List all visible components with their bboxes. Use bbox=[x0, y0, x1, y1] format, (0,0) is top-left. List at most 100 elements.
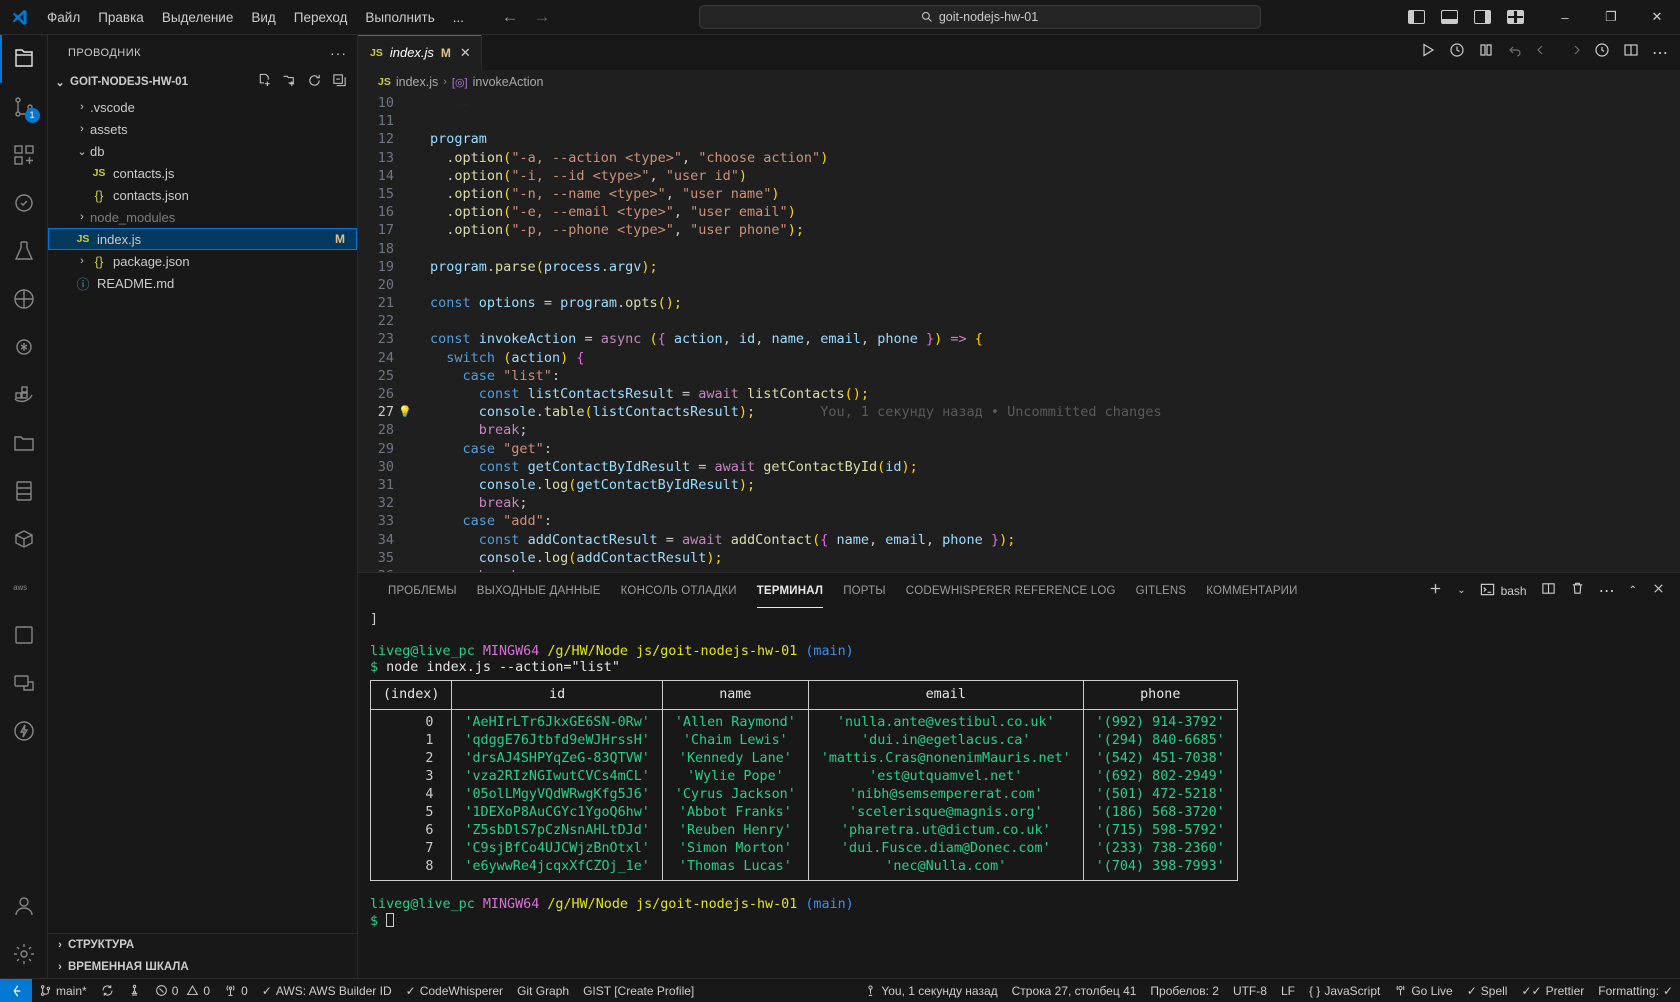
activity-remote[interactable] bbox=[0, 275, 48, 323]
status-stash[interactable] bbox=[121, 979, 148, 1002]
menu-item-1[interactable]: Правка bbox=[89, 6, 153, 29]
redo-left-icon[interactable] bbox=[1536, 42, 1552, 63]
activity-extensions[interactable] bbox=[0, 131, 48, 179]
activity-settings[interactable] bbox=[0, 930, 48, 978]
status-cursor-position[interactable]: Строка 27, столбец 41 bbox=[1005, 979, 1144, 1002]
close-button[interactable]: ✕ bbox=[1634, 0, 1680, 35]
tree-item--vscode[interactable]: › .vscode bbox=[48, 96, 357, 118]
new-folder-icon[interactable] bbox=[282, 73, 297, 91]
activity-debug[interactable] bbox=[0, 323, 48, 371]
tree-item-assets[interactable]: › assets bbox=[48, 118, 357, 140]
tree-item-readme-md[interactable]: ⓘ README.md bbox=[48, 272, 357, 294]
panel-tab-3[interactable]: ТЕРМИНАЛ bbox=[747, 573, 833, 608]
tree-item-node-modules[interactable]: › node_modules bbox=[48, 206, 357, 228]
tree-item-index-js[interactable]: JS index.js M bbox=[48, 228, 357, 250]
split-diff-icon[interactable] bbox=[1478, 42, 1494, 63]
redo-right-icon[interactable] bbox=[1565, 42, 1581, 63]
menu-item-3[interactable]: Вид bbox=[242, 6, 284, 29]
activity-explorer[interactable] bbox=[0, 35, 48, 83]
panel-tab-6[interactable]: GITLENS bbox=[1126, 573, 1197, 608]
panel-more-icon[interactable]: ⋯ bbox=[1599, 581, 1615, 601]
breadcrumb-file[interactable]: index.js bbox=[396, 75, 438, 89]
toggle-panel-icon[interactable] bbox=[1441, 10, 1458, 24]
status-gitlens-blame[interactable]: You, 1 секунду назад bbox=[857, 979, 1004, 1002]
panel-tab-4[interactable]: ПОРТЫ bbox=[833, 573, 896, 608]
new-file-icon[interactable] bbox=[257, 73, 272, 91]
status-problems[interactable]: 0 0 bbox=[148, 979, 217, 1002]
chevron-up-icon[interactable]: ⌃ bbox=[1629, 585, 1637, 596]
tab-close-icon[interactable]: ✕ bbox=[460, 45, 471, 61]
activity-todo[interactable] bbox=[0, 611, 48, 659]
activity-aws[interactable]: aws bbox=[0, 563, 48, 611]
toggle-secondary-sidebar-icon[interactable] bbox=[1474, 10, 1491, 24]
status-branch[interactable]: main* bbox=[32, 979, 94, 1002]
split-editor-icon[interactable] bbox=[1623, 42, 1639, 63]
activity-docker[interactable] bbox=[0, 371, 48, 419]
chevron-down-icon[interactable]: ⌄ bbox=[1457, 585, 1465, 596]
status-ports[interactable]: 0 bbox=[217, 979, 255, 1002]
collapse-all-icon[interactable] bbox=[332, 73, 347, 91]
panel-close-icon[interactable] bbox=[1651, 581, 1666, 601]
menu-item-5[interactable]: Выполнить bbox=[356, 6, 443, 29]
run-icon[interactable] bbox=[1420, 42, 1436, 63]
activity-testing[interactable] bbox=[0, 179, 48, 227]
status-sync[interactable] bbox=[94, 979, 121, 1002]
refresh-icon[interactable] bbox=[307, 73, 322, 91]
status-aws-builder-id[interactable]: ✓ AWS: AWS Builder ID bbox=[255, 979, 399, 1002]
activity-figma[interactable] bbox=[0, 467, 48, 515]
toggle-primary-sidebar-icon[interactable] bbox=[1408, 10, 1425, 24]
tree-item-db[interactable]: ⌄ db bbox=[48, 140, 357, 162]
status-git-graph[interactable]: Git Graph bbox=[510, 979, 576, 1002]
clock-icon[interactable] bbox=[1594, 42, 1610, 63]
menu-item-4[interactable]: Переход bbox=[285, 6, 357, 29]
editor-more-icon[interactable]: ⋯ bbox=[1652, 43, 1668, 63]
forward-arrow-icon[interactable]: → bbox=[533, 7, 551, 27]
activity-package[interactable] bbox=[0, 515, 48, 563]
code-editor[interactable]: 10const1112program13 .option("-a, --acti… bbox=[358, 94, 1680, 572]
outline-section[interactable]: › СТРУКТУРА bbox=[48, 934, 357, 956]
activity-accounts[interactable] bbox=[0, 882, 48, 930]
status-indentation[interactable]: Пробелов: 2 bbox=[1143, 979, 1226, 1002]
status-go-live[interactable]: Go Live bbox=[1387, 979, 1459, 1002]
lightbulb-icon[interactable]: 💡 bbox=[398, 403, 412, 421]
panel-tab-5[interactable]: CODEWHISPERER REFERENCE LOG bbox=[896, 573, 1126, 608]
status-codewhisperer[interactable]: ✓ CodeWhisperer bbox=[399, 979, 510, 1002]
menu-item-2[interactable]: Выделение bbox=[153, 6, 243, 29]
breadcrumb-symbol[interactable]: invokeAction bbox=[473, 75, 544, 89]
activity-beaker[interactable] bbox=[0, 227, 48, 275]
menu-item-0[interactable]: Файл bbox=[38, 6, 89, 29]
terminal-output[interactable]: ] liveg@live_pc MINGW64 /g/HW/Node js/goi… bbox=[358, 608, 1680, 978]
activity-thunder-client[interactable] bbox=[0, 707, 48, 755]
status-gist[interactable]: GIST [Create Profile] bbox=[576, 979, 701, 1002]
terminal-input-line[interactable]: $ bbox=[370, 913, 1680, 930]
panel-tab-2[interactable]: КОНСОЛЬ ОТЛАДКИ bbox=[611, 573, 747, 608]
project-root-row[interactable]: ⌄ GOIT-NODEJS-HW-01 bbox=[48, 70, 357, 94]
activity-live-share[interactable] bbox=[0, 659, 48, 707]
back-arrow-icon[interactable]: ← bbox=[501, 7, 519, 27]
status-prettier[interactable]: ✓✓ Prettier bbox=[1514, 979, 1591, 1002]
kill-terminal-icon[interactable] bbox=[1570, 581, 1585, 601]
split-terminal-icon[interactable] bbox=[1541, 581, 1556, 601]
panel-tab-1[interactable]: ВЫХОДНЫЕ ДАННЫЕ bbox=[467, 573, 611, 608]
activity-folders[interactable] bbox=[0, 419, 48, 467]
status-eol[interactable]: LF bbox=[1274, 979, 1302, 1002]
history-icon[interactable] bbox=[1449, 42, 1465, 63]
timeline-section[interactable]: › ВРЕМЕННАЯ ШКАЛА bbox=[48, 956, 357, 978]
activity-source-control[interactable]: 1 bbox=[0, 83, 48, 131]
tab-index-js[interactable]: JS index.js M ✕ bbox=[358, 35, 482, 70]
maximize-button[interactable]: ❐ bbox=[1588, 0, 1634, 35]
status-remote-indicator[interactable] bbox=[0, 978, 32, 1002]
status-spell-checker[interactable]: ✓ Spell bbox=[1460, 979, 1515, 1002]
minimize-button[interactable]: – bbox=[1542, 0, 1588, 35]
tree-item-contacts-json[interactable]: {} contacts.json bbox=[48, 184, 357, 206]
panel-tab-7[interactable]: КОММЕНТАРИИ bbox=[1196, 573, 1307, 608]
customize-layout-icon[interactable] bbox=[1507, 10, 1524, 24]
menu-item-6[interactable]: ... bbox=[444, 6, 473, 29]
sidebar-more-icon[interactable]: ··· bbox=[330, 45, 347, 61]
status-language-mode[interactable]: { } JavaScript bbox=[1302, 979, 1387, 1002]
undo-icon[interactable] bbox=[1507, 42, 1523, 63]
shell-indicator[interactable]: bash bbox=[1480, 582, 1527, 600]
status-formatting[interactable]: Formatting: ✓ bbox=[1591, 979, 1680, 1002]
search-input[interactable]: goit-nodejs-hw-01 bbox=[698, 5, 1261, 29]
panel-tab-0[interactable]: ПРОБЛЕМЫ bbox=[378, 573, 467, 608]
